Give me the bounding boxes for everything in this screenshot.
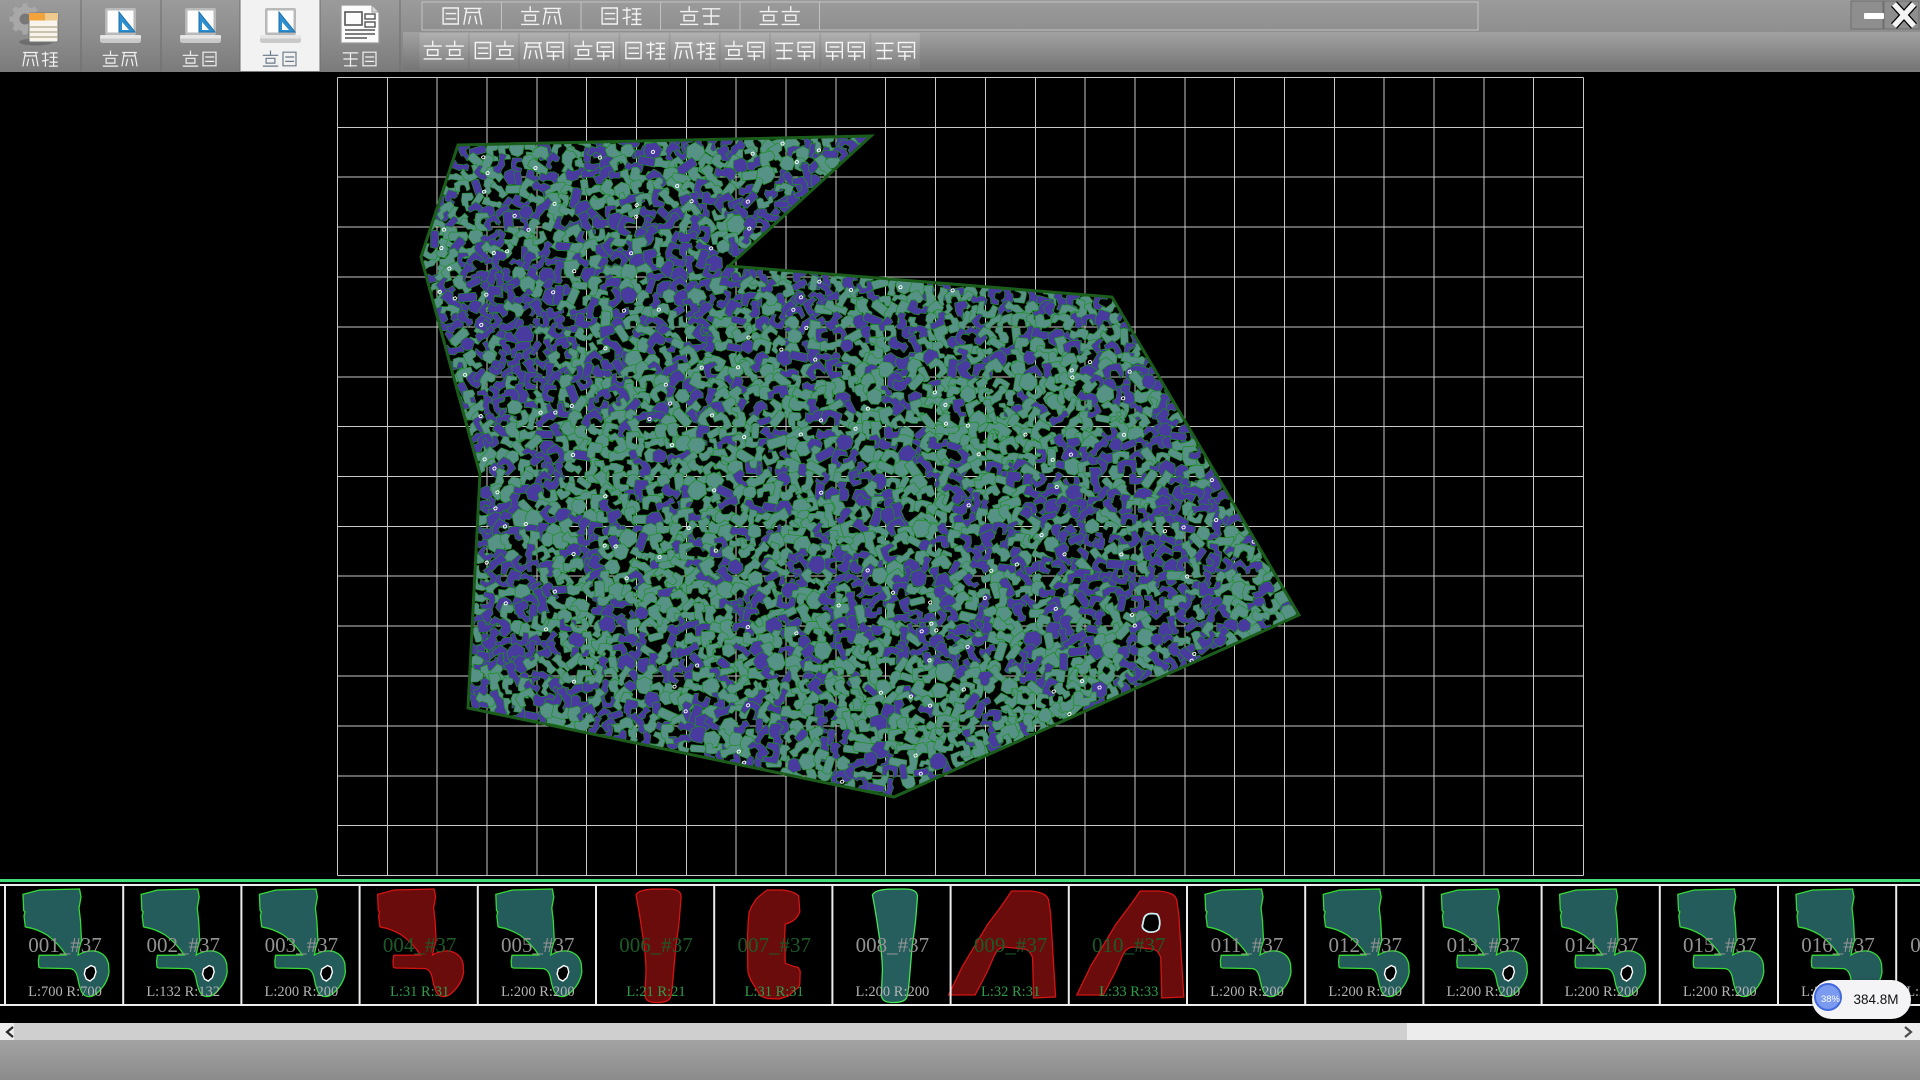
svg-text:011_#37: 011_#37 [1211, 933, 1284, 957]
svg-text:L:700 R:700: L:700 R:700 [28, 984, 102, 1000]
svg-text:L:33 R:33: L:33 R:33 [1099, 984, 1158, 1000]
svg-text:013_#37: 013_#37 [1447, 933, 1521, 957]
svg-text:016_#37: 016_#37 [1801, 933, 1875, 957]
svg-text:015_#37: 015_#37 [1683, 933, 1757, 957]
svg-text:L:200 R:200: L:200 R:200 [1210, 984, 1284, 1000]
svg-text:L:200 R:200: L:200 R:200 [1328, 984, 1402, 1000]
svg-text:014_#37: 014_#37 [1565, 933, 1639, 957]
svg-text:008_#37: 008_#37 [856, 933, 930, 957]
svg-text:L:31 R:31: L:31 R:31 [745, 984, 804, 1000]
svg-text:L:200 R:200: L:200 R:200 [1565, 984, 1639, 1000]
svg-text:L:31 R:31: L:31 R:31 [390, 984, 449, 1000]
svg-text:L:32 R:31: L:32 R:31 [981, 984, 1040, 1000]
svg-text:009_#37: 009_#37 [974, 933, 1048, 957]
svg-text:001_#37: 001_#37 [28, 933, 102, 957]
svg-text:0: 0 [1910, 933, 1920, 957]
svg-text:006_#37: 006_#37 [619, 933, 693, 957]
svg-text:L:200 R:200: L:200 R:200 [1447, 984, 1521, 1000]
svg-text:L:132 R:132: L:132 R:132 [146, 984, 220, 1000]
svg-text:012_#37: 012_#37 [1328, 933, 1402, 957]
svg-text:L:200 R:200: L:200 R:200 [856, 984, 930, 1000]
svg-text:L:200 R:200: L:200 R:200 [501, 984, 575, 1000]
svg-text:L:200 R:200: L:200 R:200 [1683, 984, 1757, 1000]
svg-text:005_#37: 005_#37 [501, 933, 575, 957]
svg-text:007_#37: 007_#37 [737, 933, 811, 957]
svg-text:L:200 R:200: L:200 R:200 [265, 984, 339, 1000]
svg-text:010_#37: 010_#37 [1092, 933, 1166, 957]
svg-text:002_#37: 002_#37 [146, 933, 220, 957]
svg-text:L:21 R:21: L:21 R:21 [626, 984, 685, 1000]
svg-text:004_#37: 004_#37 [383, 933, 457, 957]
svg-text:003_#37: 003_#37 [265, 933, 339, 957]
